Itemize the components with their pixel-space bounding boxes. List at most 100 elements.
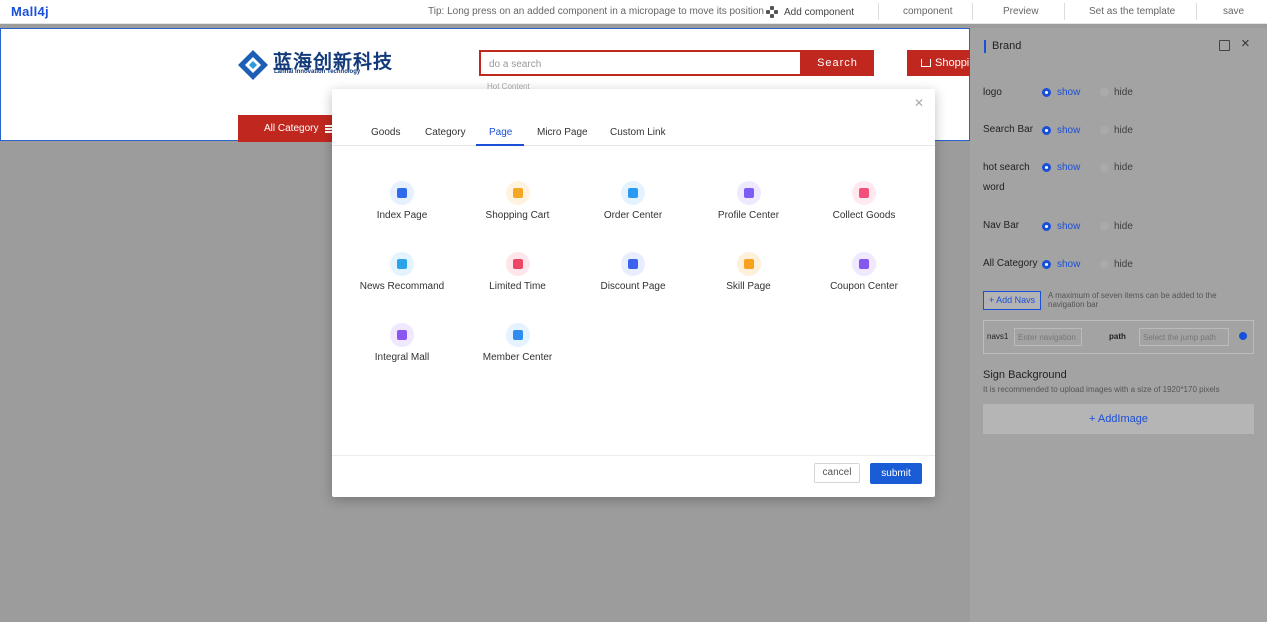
all-category-show-label[interactable]: show <box>1057 258 1080 272</box>
logo-hide-radio[interactable] <box>1100 88 1109 97</box>
page-option-profile-center[interactable]: Profile Center <box>694 181 804 231</box>
search-bar-hide-label[interactable]: hide <box>1114 124 1133 138</box>
nav-bar-show-label[interactable]: show <box>1057 220 1080 234</box>
page-option-label: News Recommand <box>359 281 445 292</box>
cart-icon <box>921 59 931 67</box>
cancel-button[interactable]: cancel <box>814 463 860 483</box>
page-option-label: Integral Mall <box>374 352 430 363</box>
move-icon <box>766 6 778 18</box>
active-tab-indicator <box>476 144 524 146</box>
tab-page[interactable]: Page <box>489 127 512 138</box>
page-option-label: Profile Center <box>717 210 780 221</box>
close-icon[interactable]: × <box>1241 36 1250 52</box>
shopping-cart-button[interactable]: Shopping Cart <box>907 50 971 76</box>
page-option-label: Discount Page <box>600 281 666 292</box>
jump-path-select[interactable]: Select the jump path <box>1139 328 1229 346</box>
option-hot-search-label: hot search word <box>983 162 1030 193</box>
nav-bar-hide-radio[interactable] <box>1100 222 1109 231</box>
page-option-label: Shopping Cart <box>485 210 550 221</box>
user-icon <box>736 181 761 205</box>
add-component-button[interactable]: Add component <box>766 6 854 18</box>
option-logo-label: logo <box>983 87 1002 98</box>
link-type-tabs: Goods Category Page Micro Page Custom Li… <box>332 119 935 146</box>
star-badge-icon <box>390 323 414 347</box>
page-option-limited-time[interactable]: Limited Time <box>463 252 573 302</box>
page-option-shopping-cart[interactable]: Shopping Cart <box>463 181 573 231</box>
page-option-integral-mall[interactable]: Integral Mall <box>347 323 457 373</box>
hot-search-show-radio[interactable] <box>1042 163 1051 172</box>
page-option-discount-page[interactable]: Discount Page <box>578 252 688 302</box>
tab-custom-link[interactable]: Custom Link <box>610 127 666 138</box>
panel-title: Brand <box>984 40 1021 53</box>
page-option-member-center[interactable]: Member Center <box>463 323 573 373</box>
dialog-footer-divider <box>332 455 935 456</box>
hot-search-show-label[interactable]: show <box>1057 161 1080 175</box>
search-button[interactable]: Search <box>801 50 874 76</box>
submit-button[interactable]: submit <box>870 463 922 484</box>
coupon-icon <box>852 252 876 276</box>
discount-icon <box>505 252 530 276</box>
edit-icon[interactable] <box>1219 40 1230 51</box>
page-option-collect-goods[interactable]: Collect Goods <box>809 181 919 231</box>
nav-item-row: navs1 Enter navigation path Select the j… <box>983 320 1254 354</box>
add-component-label: Add component <box>784 6 855 18</box>
all-category-button[interactable]: All Category <box>238 115 335 142</box>
nav-name-input[interactable]: Enter navigation <box>1014 328 1082 346</box>
nav-item-label: navs1 <box>987 332 1009 341</box>
page-option-coupon-center[interactable]: Coupon Center <box>809 252 919 302</box>
navs-note: A maximum of seven items can be added to… <box>1048 291 1217 309</box>
link-picker-dialog: ✕ Goods Category Page Micro Page Custom … <box>332 89 935 497</box>
cart-button-label: Shopping Cart <box>935 57 971 69</box>
page-option-label: Limited Time <box>489 281 546 292</box>
all-category-show-radio[interactable] <box>1042 260 1051 269</box>
hot-search-hide-label[interactable]: hide <box>1114 161 1133 175</box>
all-category-label: All Category <box>264 123 319 134</box>
page-option-label: Coupon Center <box>830 281 898 292</box>
crown-icon <box>505 323 530 347</box>
logo-hide-label[interactable]: hide <box>1114 86 1133 100</box>
sign-background-hint: It is recommended to upload images with … <box>983 385 1220 394</box>
settings-panel: Brand × logo show hide Search Bar show h… <box>970 28 1267 622</box>
search-bar-show-radio[interactable] <box>1042 126 1051 135</box>
path-label: path <box>1109 332 1126 341</box>
nav-bar-hide-label[interactable]: hide <box>1114 220 1133 234</box>
page-option-label: Index Page <box>376 210 428 221</box>
brand-logo-icon <box>238 50 268 80</box>
page-option-label: Collect Goods <box>832 210 896 221</box>
hot-search-hide-radio[interactable] <box>1100 163 1109 172</box>
add-image-button[interactable]: + AddImage <box>983 404 1254 434</box>
search-input[interactable]: do a search <box>479 50 802 76</box>
search-bar-show-label[interactable]: show <box>1057 124 1080 138</box>
nav-bar-show-radio[interactable] <box>1042 222 1051 231</box>
tab-micro-page[interactable]: Micro Page <box>537 127 588 138</box>
page-option-label: Order Center <box>603 210 663 221</box>
page-option-label: Skill Page <box>726 281 771 292</box>
set-template-button[interactable]: Set as the template <box>1089 6 1175 17</box>
home-icon <box>390 181 414 205</box>
component-button[interactable]: component <box>903 6 952 17</box>
cart-icon <box>505 181 530 205</box>
option-all-category-label: All Category <box>983 258 1038 269</box>
remove-nav-icon[interactable] <box>1239 332 1247 340</box>
page-option-news-recommand[interactable]: News Recommand <box>347 252 457 302</box>
save-button[interactable]: save <box>1223 6 1244 17</box>
page-option-skill-page[interactable]: Skill Page <box>694 252 804 302</box>
logo-show-label[interactable]: show <box>1057 86 1080 100</box>
page-option-order-center[interactable]: Order Center <box>578 181 688 231</box>
search-bar-hide-radio[interactable] <box>1100 126 1109 135</box>
bag-icon <box>621 252 645 276</box>
sign-background-title: Sign Background <box>983 369 1067 381</box>
preview-button[interactable]: Preview <box>1003 6 1039 17</box>
all-category-hide-radio[interactable] <box>1100 260 1109 269</box>
top-toolbar: Mall4j Tip: Long press on an added compo… <box>0 0 1267 24</box>
brand-subtitle: Lanhai Innovation Technology <box>274 69 361 75</box>
tab-goods[interactable]: Goods <box>371 127 400 138</box>
news-icon <box>390 252 414 276</box>
close-icon[interactable]: ✕ <box>914 97 924 109</box>
all-category-hide-label[interactable]: hide <box>1114 258 1133 272</box>
add-navs-button[interactable]: + Add Navs <box>983 291 1041 310</box>
tab-category[interactable]: Category <box>425 127 466 138</box>
logo-show-radio[interactable] <box>1042 88 1051 97</box>
star-icon <box>852 181 876 205</box>
page-option-index-page[interactable]: Index Page <box>347 181 457 231</box>
